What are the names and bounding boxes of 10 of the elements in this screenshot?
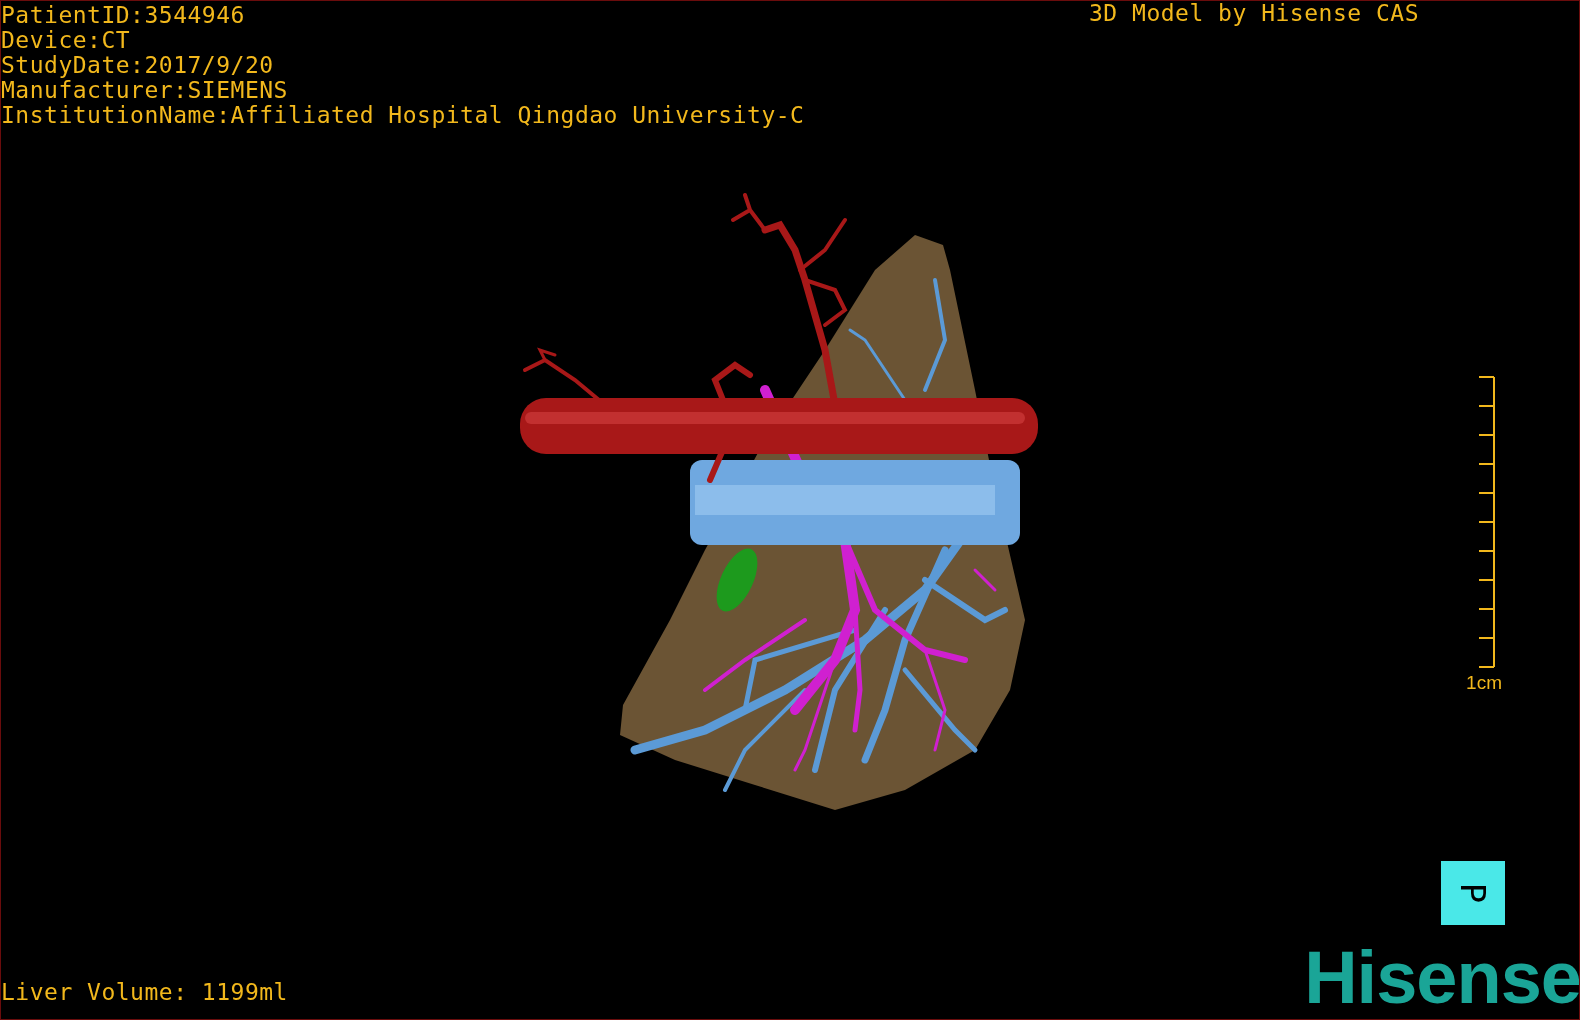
patient-info-text: PatientID:3544946 — [1, 3, 245, 28]
patient-info-text: Device:CT — [1, 28, 131, 53]
patient-info-text: InstitutionName:Affiliated Hospital Qingdao University-C — [1, 103, 805, 128]
hisense-logo: Hisense — [1304, 945, 1579, 1011]
orientation-cube[interactable]: P — [1441, 861, 1505, 925]
scale-label: 1cm — [1466, 672, 1502, 694]
patient-info-text: Manufacturer:SIEMENS — [1, 78, 288, 103]
patient-info-text: StudyDate:2017/9/20 — [1, 53, 274, 78]
liver-volume-text: Liver Volume: 1199ml — [1, 980, 288, 1005]
model-credit-text: 3D Model by Hisense CAS — [1089, 1, 1419, 26]
